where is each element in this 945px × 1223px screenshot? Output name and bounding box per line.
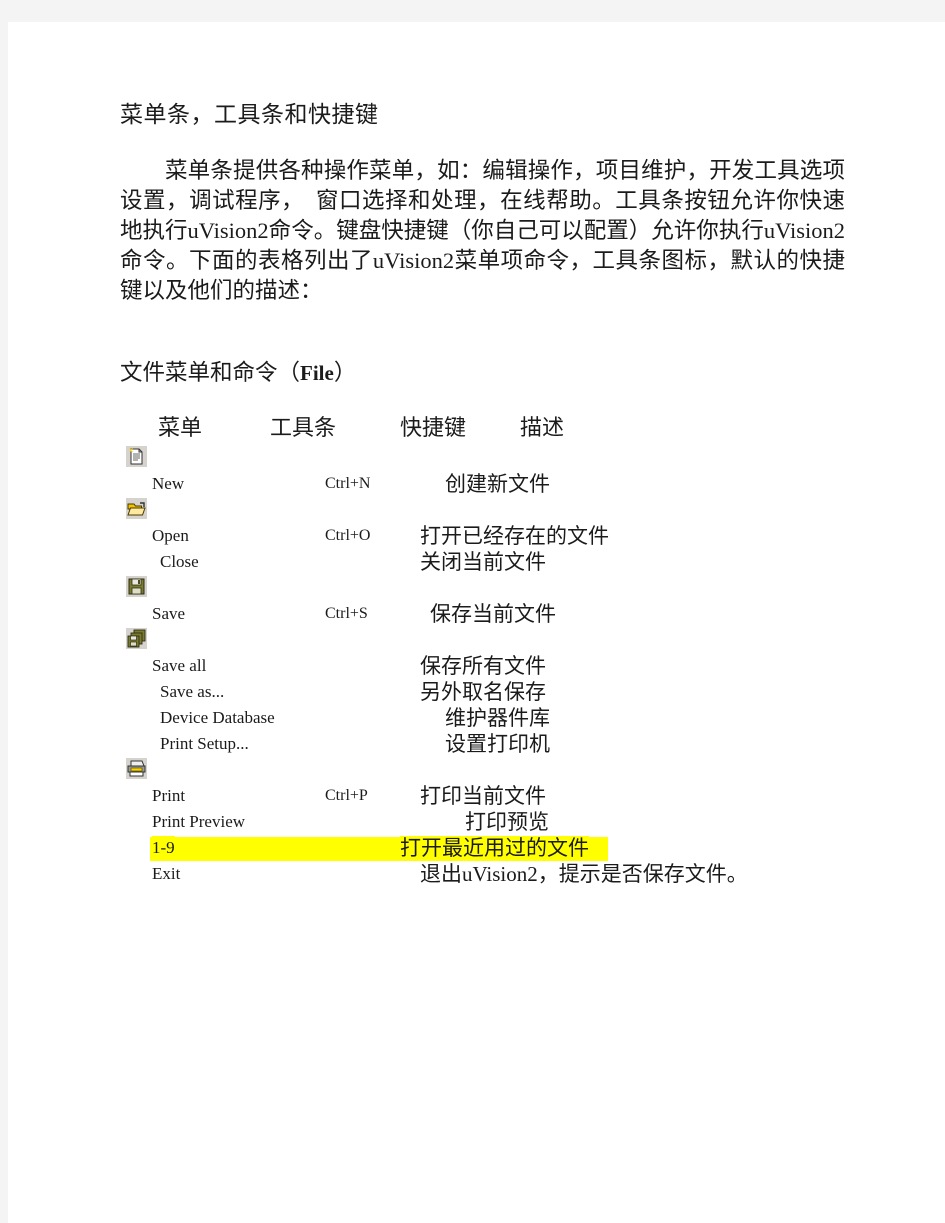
- section-title: 文件菜单和命令（File）: [120, 358, 880, 388]
- new-file-icon: [126, 446, 147, 467]
- document-content: 菜单条，工具条和快捷键 菜单条提供各种操作菜单，如：编辑操作，项目维护，开发工具…: [120, 100, 880, 888]
- column-header-description: 描述: [520, 415, 565, 440]
- menu-command-label[interactable]: Print Setup...: [160, 732, 249, 756]
- menu-command-label[interactable]: New: [152, 472, 184, 496]
- shortcut-key-label: Ctrl+S: [325, 605, 368, 622]
- description-label: 打印预览: [465, 810, 549, 834]
- menu-command-label[interactable]: Save as...: [160, 680, 224, 704]
- menu-command-label[interactable]: 1-9: [152, 836, 175, 860]
- toolbar-icon-row: [120, 498, 880, 524]
- page-title: 菜单条，工具条和快捷键: [120, 102, 379, 127]
- table-row: Print Preview 打印预览: [120, 810, 880, 836]
- description-label: 另外取名保存: [420, 680, 546, 704]
- save-disk-icon: [126, 576, 147, 597]
- table-row: New Ctrl+N 创建新文件: [120, 472, 880, 498]
- toolbar-icon-row: [120, 576, 880, 602]
- open-folder-icon: [126, 498, 147, 519]
- document-page: 菜单条，工具条和快捷键 菜单条提供各种操作菜单，如：编辑操作，项目维护，开发工具…: [8, 22, 945, 1223]
- description-label: 打开已经存在的文件: [420, 524, 609, 548]
- table-row: Close 关闭当前文件: [120, 550, 880, 576]
- description-label: 保存当前文件: [430, 602, 556, 626]
- shortcut-key-label: Ctrl+O: [325, 527, 371, 544]
- description-label: 创建新文件: [445, 472, 550, 496]
- description-label: 维护器件库: [445, 706, 550, 730]
- menu-command-label[interactable]: Print Preview: [152, 810, 245, 834]
- menu-command-label[interactable]: Device Database: [160, 706, 275, 730]
- table-row: 1-9 打开最近用过的文件: [120, 836, 880, 862]
- description-label: 关闭当前文件: [420, 550, 546, 574]
- table-row: Save all 保存所有文件: [120, 654, 880, 680]
- table-row: Device Database 维护器件库: [120, 706, 880, 732]
- table-row: Print Setup... 设置打印机: [120, 732, 880, 758]
- toolbar-icon-row: [120, 758, 880, 784]
- intro-paragraph: 菜单条提供各种操作菜单，如：编辑操作，项目维护，开发工具选项设置，调试程序， 窗…: [120, 158, 845, 303]
- toolbar-icon-row: [120, 628, 880, 654]
- menu-command-label[interactable]: Save: [152, 602, 185, 626]
- column-header-shortcut: 快捷键: [400, 415, 467, 440]
- toolbar-icon-row: [120, 446, 880, 472]
- table-row: Print Ctrl+P 打印当前文件: [120, 784, 880, 810]
- section-title-emphasis: File: [300, 361, 334, 385]
- description-label: 设置打印机: [445, 732, 550, 756]
- description-label: 退出uVision2，提示是否保存文件。: [420, 862, 748, 886]
- menu-command-label[interactable]: Print: [152, 784, 185, 808]
- section-title-prefix: 文件菜单和命令（: [120, 360, 301, 385]
- table-body: New Ctrl+N 创建新文件 Open Ctrl+O 打开已经存在的文件 Close 关闭…: [120, 446, 880, 888]
- shortcut-key-label: Ctrl+N: [325, 475, 371, 492]
- file-menu-table: 菜单 工具条 快捷键 描述 New Ctrl+N 创建新文件 Open Ctrl+O 打开…: [120, 414, 880, 888]
- printer-icon: [126, 758, 147, 779]
- table-row: Save as... 另外取名保存: [120, 680, 880, 706]
- menu-command-label[interactable]: Close: [160, 550, 199, 574]
- table-header-row: 菜单 工具条 快捷键 描述: [120, 414, 880, 446]
- description-label: 保存所有文件: [420, 654, 546, 678]
- table-row: Open Ctrl+O 打开已经存在的文件: [120, 524, 880, 550]
- shortcut-key-label: Ctrl+P: [325, 787, 368, 804]
- description-label: 打印当前文件: [420, 784, 546, 808]
- description-label: 打开最近用过的文件: [400, 836, 589, 860]
- menu-command-label[interactable]: Save all: [152, 654, 206, 678]
- table-row: Exit 退出uVision2，提示是否保存文件。: [120, 862, 880, 888]
- menu-command-label[interactable]: Exit: [152, 862, 180, 886]
- menu-command-label[interactable]: Open: [152, 524, 189, 548]
- save-all-disks-icon: [126, 628, 147, 649]
- section-title-suffix: ）: [333, 360, 357, 385]
- table-row: Save Ctrl+S 保存当前文件: [120, 602, 880, 628]
- column-header-toolbar: 工具条: [270, 415, 337, 440]
- column-header-menu: 菜单: [158, 415, 203, 440]
